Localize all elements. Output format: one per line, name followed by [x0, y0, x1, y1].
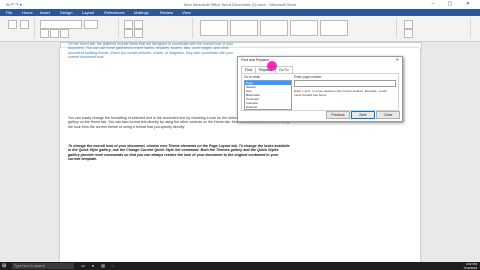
find-replace-dialog: Find and Replace ✕ Find Replace Go To Go…: [237, 56, 403, 122]
style-heading1-icon[interactable]: [260, 20, 288, 36]
taskbar-search[interactable]: Type here to search: [12, 263, 74, 269]
cut-icon[interactable]: [20, 20, 29, 29]
tab-view[interactable]: View: [182, 10, 191, 15]
style-heading2-icon[interactable]: [290, 20, 318, 36]
font-group: [38, 18, 119, 38]
font-name-box[interactable]: [40, 20, 82, 29]
dialog-close-icon[interactable]: ✕: [396, 57, 399, 62]
bullets-icon[interactable]: [124, 20, 133, 29]
font-size-box[interactable]: [84, 20, 98, 29]
paragraph-1[interactable]: On the Insert tab, the galleries include…: [68, 42, 238, 60]
go-to-what-list[interactable]: Page Section Line Bookmark Comment Footn…: [244, 80, 292, 110]
tab-mailings[interactable]: Mailings: [134, 10, 149, 15]
task-view-icon[interactable]: ▭: [80, 263, 86, 269]
tab-home[interactable]: Home: [22, 10, 33, 15]
previous-button[interactable]: Previous: [326, 111, 350, 119]
start-icon[interactable]: ⊞: [2, 263, 8, 269]
ribbon: File Home Insert Design Layout Reference…: [0, 9, 480, 42]
page-number-label: Enter page number:: [294, 75, 323, 79]
styles-group: [196, 18, 397, 38]
page-number-input[interactable]: [294, 80, 396, 87]
tab-references[interactable]: References: [104, 10, 124, 15]
tab-insert[interactable]: Insert: [40, 10, 50, 15]
go-to-hint: Enter + and - to move relative to the cu…: [294, 89, 387, 97]
word-icon[interactable]: W: [110, 263, 116, 269]
window-controls[interactable]: – ▢ ✕: [432, 1, 476, 7]
taskbar: ⊞ Type here to search ▭ e ▤ W 4:02 PM 7/…: [0, 262, 480, 270]
editing-group: [400, 18, 471, 38]
style-normal-icon[interactable]: [200, 20, 228, 36]
edge-icon[interactable]: e: [90, 263, 96, 269]
close-button[interactable]: Close: [376, 111, 400, 119]
style-title-icon[interactable]: [320, 20, 348, 36]
clipboard-group: [4, 18, 35, 38]
file-explorer-icon[interactable]: ▤: [100, 263, 106, 269]
underline-icon[interactable]: [60, 29, 69, 38]
replace-icon[interactable]: [404, 29, 413, 38]
paste-icon[interactable]: [8, 20, 17, 29]
tab-review[interactable]: Review: [160, 10, 173, 15]
dialog-title: Find and Replace: [241, 58, 270, 62]
ribbon-tabs: File Home Insert Design Layout Reference…: [0, 9, 480, 16]
cursor-highlight-icon: [267, 61, 277, 71]
go-to-panel: Go to what: Page Section Line Bookmark C…: [241, 73, 399, 111]
taskbar-clock[interactable]: 4:02 PM 7/19/2018: [464, 262, 477, 270]
center-icon[interactable]: [134, 29, 143, 38]
paragraph-group: [122, 18, 193, 38]
numbering-icon[interactable]: [134, 20, 143, 29]
tab-design[interactable]: Design: [60, 10, 72, 15]
paragraph-3[interactable]: To change the overall look of your docum…: [68, 144, 290, 162]
clock-date: 7/19/2018: [463, 266, 477, 270]
tab-file[interactable]: File: [6, 10, 12, 15]
window-title: New Microsoft Office Word Document (2).d…: [183, 2, 297, 7]
style-no-spacing-icon[interactable]: [230, 20, 258, 36]
find-icon[interactable]: [404, 20, 413, 29]
align-left-icon[interactable]: [124, 29, 133, 38]
list-item[interactable]: Endnote: [245, 105, 291, 109]
tab-layout[interactable]: Layout: [82, 10, 94, 15]
bold-icon[interactable]: [40, 29, 49, 38]
next-button[interactable]: Next: [351, 111, 375, 119]
go-to-what-label: Go to what:: [244, 75, 261, 79]
italic-icon[interactable]: [50, 29, 59, 38]
